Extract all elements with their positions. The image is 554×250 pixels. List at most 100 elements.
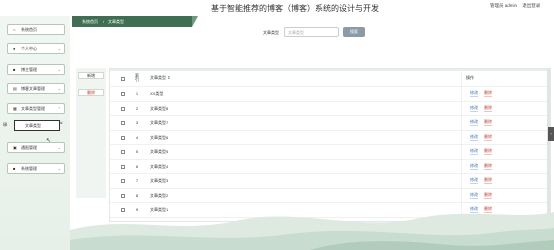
column-divider <box>461 159 462 173</box>
background-landscape <box>70 212 554 250</box>
search-button[interactable]: 搜索 <box>343 27 365 37</box>
submenu-item-label: 文章类型 <box>25 123 41 128</box>
delete-button[interactable]: 删除 <box>484 91 492 97</box>
sidebar-item-home[interactable]: ⌂ 系统首页 <box>7 24 65 35</box>
chevron-down-icon: ⌄ <box>57 145 61 150</box>
edit-button[interactable]: 修改 <box>470 134 478 141</box>
edit-button[interactable]: 修改 <box>470 149 478 155</box>
sidebar-item-personal[interactable]: ● 个人中心 ⌄ <box>7 43 65 54</box>
column-divider <box>461 174 462 188</box>
row-index: 2 <box>135 105 139 111</box>
column-divider <box>461 116 462 130</box>
chevron-down-icon: ⌄ <box>57 46 61 51</box>
table-row: 5 文章类型5 修改 删除 <box>110 145 547 160</box>
resize-handle-icon[interactable]: ⇲ <box>59 120 62 125</box>
sidebar-item-label: 博客文章管理 <box>21 86 45 91</box>
sidebar-item-article-types[interactable]: ▦ 文章类型管理 ⌃ <box>7 103 65 114</box>
table-row: 6 文章类型4 修改 删除 <box>110 159 547 174</box>
row-checkbox[interactable] <box>121 92 125 96</box>
row-index: 4 <box>135 134 139 140</box>
delete-button[interactable]: 删除 <box>484 134 492 141</box>
sidebar-item-label: 系统首页 <box>21 27 37 32</box>
row-index: 3 <box>135 120 139 125</box>
chevron-up-icon: ⌃ <box>57 106 61 111</box>
row-checkbox[interactable] <box>121 121 125 125</box>
edit-button[interactable]: 修改 <box>470 105 478 112</box>
delete-button[interactable]: 删除 <box>484 178 492 184</box>
header-name[interactable]: 文章类型 ⇕ <box>150 76 170 80</box>
delete-button[interactable]: 删除 <box>484 120 492 126</box>
user-area: 管理员 admin 退出登录 <box>490 3 544 9</box>
batch-delete-button[interactable]: 删除 <box>78 89 104 96</box>
row-index: 1 <box>135 91 139 96</box>
home-icon: ⌂ <box>13 27 16 32</box>
row-index: 5 <box>135 149 139 154</box>
column-divider <box>461 130 462 144</box>
row-checkbox[interactable] <box>121 150 125 154</box>
row-checkbox[interactable] <box>121 164 125 169</box>
table-row: 3 文章类型7 修改 删除 <box>110 116 547 131</box>
header-name-label: 文章类型 <box>150 75 166 80</box>
notice-icon: ▣ <box>13 145 17 150</box>
table-row: 4 文章类型6 修改 删除 <box>110 130 547 145</box>
app-title: 基于智能推荐的博客（博客）系统的设计与开发 <box>211 4 379 13</box>
delete-button[interactable]: 删除 <box>484 105 492 112</box>
table-row: 7 文章类型3 修改 删除 <box>110 174 547 189</box>
chevron-down-icon: ⌄ <box>57 86 61 91</box>
row-checkbox[interactable] <box>121 135 125 140</box>
sidebar-item-label: 个人中心 <box>21 46 37 51</box>
row-name: 文章类型4 <box>150 163 169 169</box>
add-button[interactable]: 新增 <box>78 72 104 79</box>
blogger-icon: ■ <box>13 67 16 72</box>
row-name: XX类型 <box>150 91 164 96</box>
article-icon: ▤ <box>13 86 17 91</box>
search-label: 文章类型 <box>263 30 279 35</box>
settings-icon: ■ <box>13 166 16 171</box>
table-row: 1 XX类型 修改 删除 <box>110 87 547 102</box>
chevron-down-icon: ⌄ <box>57 166 61 171</box>
sidebar-item-label: 系统管理 <box>21 166 37 171</box>
select-all-checkbox[interactable] <box>121 77 125 81</box>
row-checkbox[interactable] <box>121 106 125 111</box>
logout-link[interactable]: 退出登录 <box>522 3 540 8</box>
edit-button[interactable]: 修改 <box>470 178 478 184</box>
edit-button[interactable]: 修改 <box>470 163 478 170</box>
sort-icon[interactable]: ⇕ <box>167 75 170 80</box>
sidebar-item-notices[interactable]: ▣ 通报管理 ⌄ <box>7 142 65 153</box>
row-name: 文章类型3 <box>150 178 169 183</box>
breadcrumb-fold <box>192 16 198 27</box>
actions-panel <box>76 68 106 198</box>
sidebar-item-articles[interactable]: ▤ 博客文章管理 ⌄ <box>7 83 65 94</box>
header-index: 索引 <box>135 72 139 82</box>
user-icon: ● <box>13 46 16 51</box>
delete-button[interactable]: 删除 <box>484 163 492 170</box>
column-divider <box>461 87 462 101</box>
breadcrumb-current: 文章类型 <box>108 18 124 24</box>
edit-button[interactable]: 修改 <box>470 120 478 126</box>
delete-button[interactable]: 删除 <box>484 149 492 155</box>
breadcrumb-home[interactable]: 系统首页 <box>82 19 98 24</box>
drag-handle-icon[interactable]: ⊞ <box>3 122 7 128</box>
search-input[interactable]: 文章类型 <box>284 27 339 37</box>
side-toggle-tab[interactable]: ‹ <box>548 127 554 141</box>
column-divider <box>461 145 462 159</box>
breadcrumb: 系统首页 / 文章类型 <box>72 16 192 27</box>
column-divider <box>461 101 462 115</box>
row-name: 文章类型6 <box>150 134 169 140</box>
sidebar-item-label: 通报管理 <box>21 145 37 150</box>
submenu-item-article-type[interactable]: 文章类型 <box>14 120 60 131</box>
admin-label: 管理员 admin <box>490 3 518 8</box>
sidebar-item-label: 文章类型管理 <box>21 106 45 111</box>
category-icon: ▦ <box>13 106 17 111</box>
row-name: 文章类型8 <box>150 105 169 111</box>
header-operation: 操作 <box>466 75 474 80</box>
row-name: 文章类型7 <box>150 120 169 125</box>
edit-button[interactable]: 修改 <box>470 91 478 97</box>
column-divider <box>461 71 462 86</box>
row-checkbox[interactable] <box>121 179 125 183</box>
sidebar-item-blogger[interactable]: ■ 博主管理 ⌄ <box>7 64 65 75</box>
row-name: 文章类型5 <box>150 149 169 154</box>
sidebar-item-system[interactable]: ■ 系统管理 ⌄ <box>7 163 65 174</box>
table-header-row: 索引 文章类型 ⇕ 操作 <box>110 71 547 87</box>
chevron-down-icon: ⌄ <box>57 67 61 72</box>
